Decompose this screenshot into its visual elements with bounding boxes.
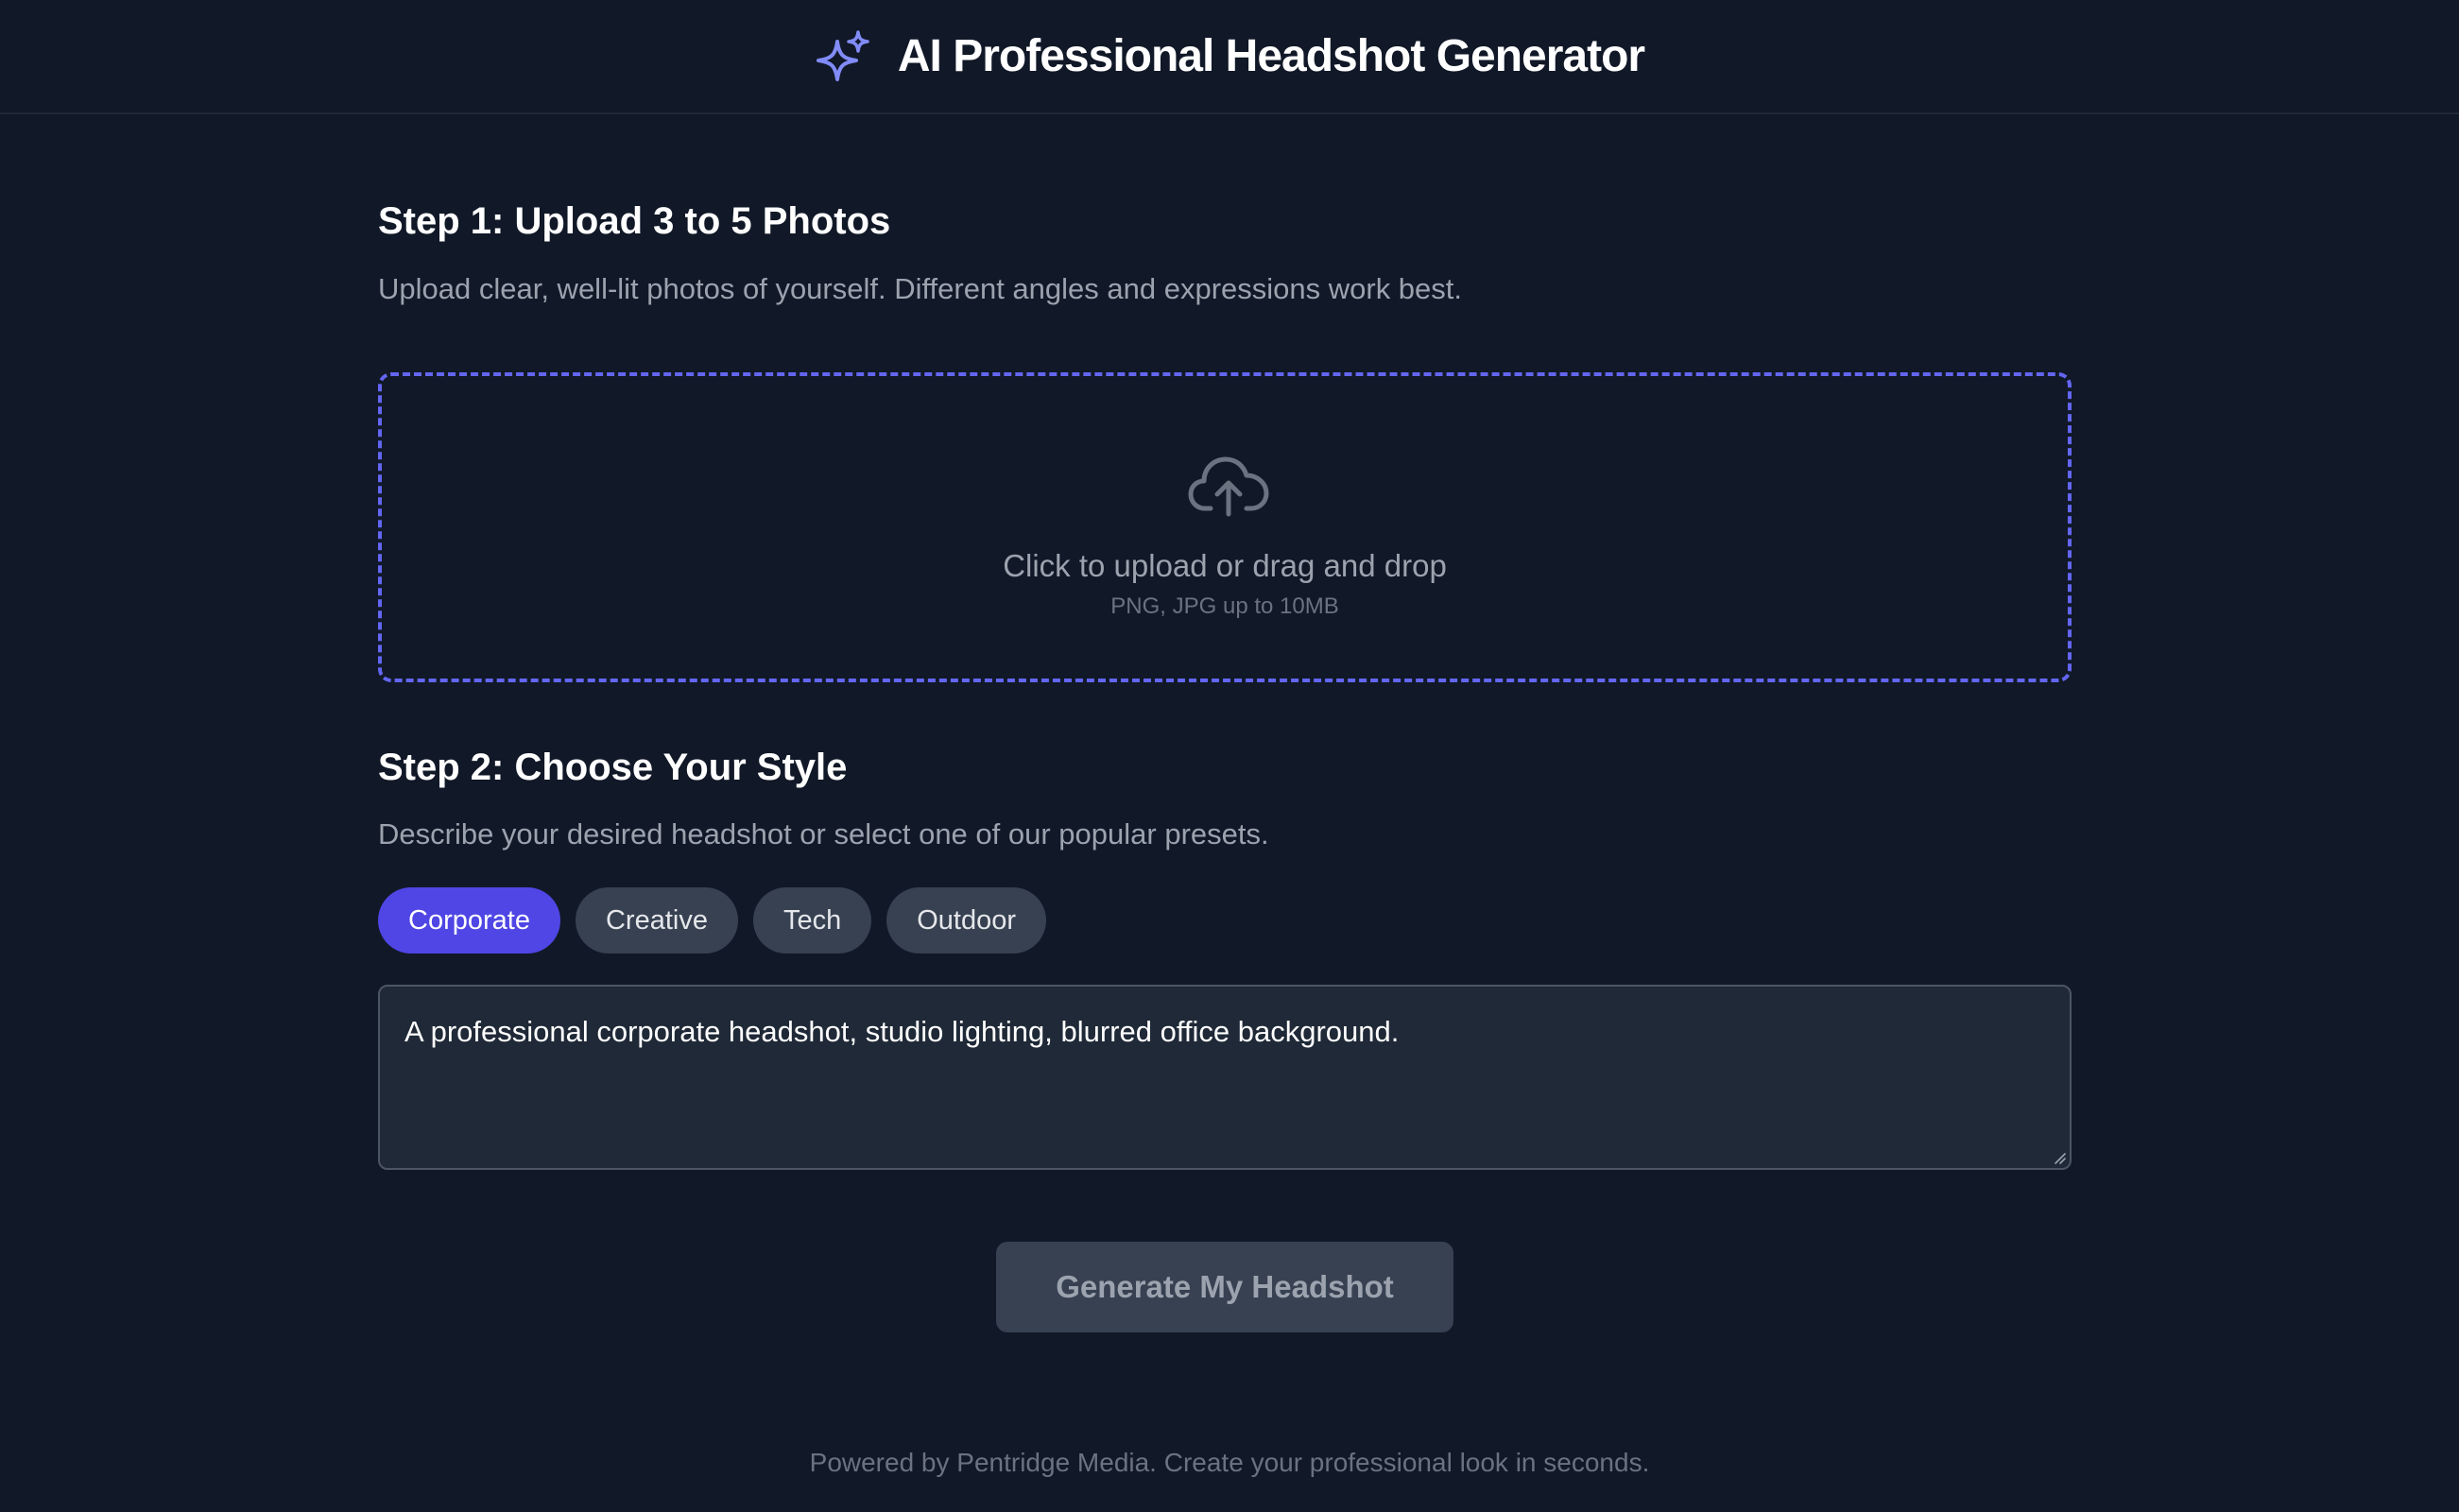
photo-upload-dropzone[interactable]: Click to upload or drag and drop PNG, JP…	[378, 372, 2072, 682]
step2-title: Step 2: Choose Your Style	[378, 747, 848, 788]
app-header: AI Professional Headshot Generator	[0, 0, 2459, 114]
preset-outdoor-button[interactable]: Outdoor	[886, 887, 1047, 954]
generate-headshot-button[interactable]: Generate My Headshot	[996, 1242, 1453, 1332]
style-prompt-textarea[interactable]: A professional corporate headshot, studi…	[378, 985, 2072, 1170]
cloud-upload-icon	[1188, 456, 1269, 517]
sparkle-icon	[816, 29, 869, 81]
dropzone-subtitle: PNG, JPG up to 10MB	[1110, 593, 1339, 619]
style-presets: Corporate Creative Tech Outdoor	[378, 887, 1047, 954]
header-brand: AI Professional Headshot Generator	[815, 29, 1645, 83]
footer-text: Powered by Pentridge Media. Create your …	[809, 1448, 1650, 1477]
resize-handle-icon[interactable]	[2051, 1149, 2066, 1164]
step2-description: Describe your desired headshot or select…	[378, 817, 1269, 850]
step1-description: Upload clear, well-lit photos of yoursel…	[378, 272, 1463, 305]
preset-tech-button[interactable]: Tech	[752, 887, 872, 954]
dropzone-title: Click to upload or drag and drop	[1003, 548, 1447, 583]
app-title: AI Professional Headshot Generator	[897, 31, 1645, 81]
prompt-text: A professional corporate headshot, studi…	[404, 1015, 1400, 1048]
preset-creative-button[interactable]: Creative	[575, 887, 738, 954]
preset-corporate-button[interactable]: Corporate	[378, 887, 560, 954]
step1-title: Step 1: Upload 3 to 5 Photos	[378, 200, 891, 242]
